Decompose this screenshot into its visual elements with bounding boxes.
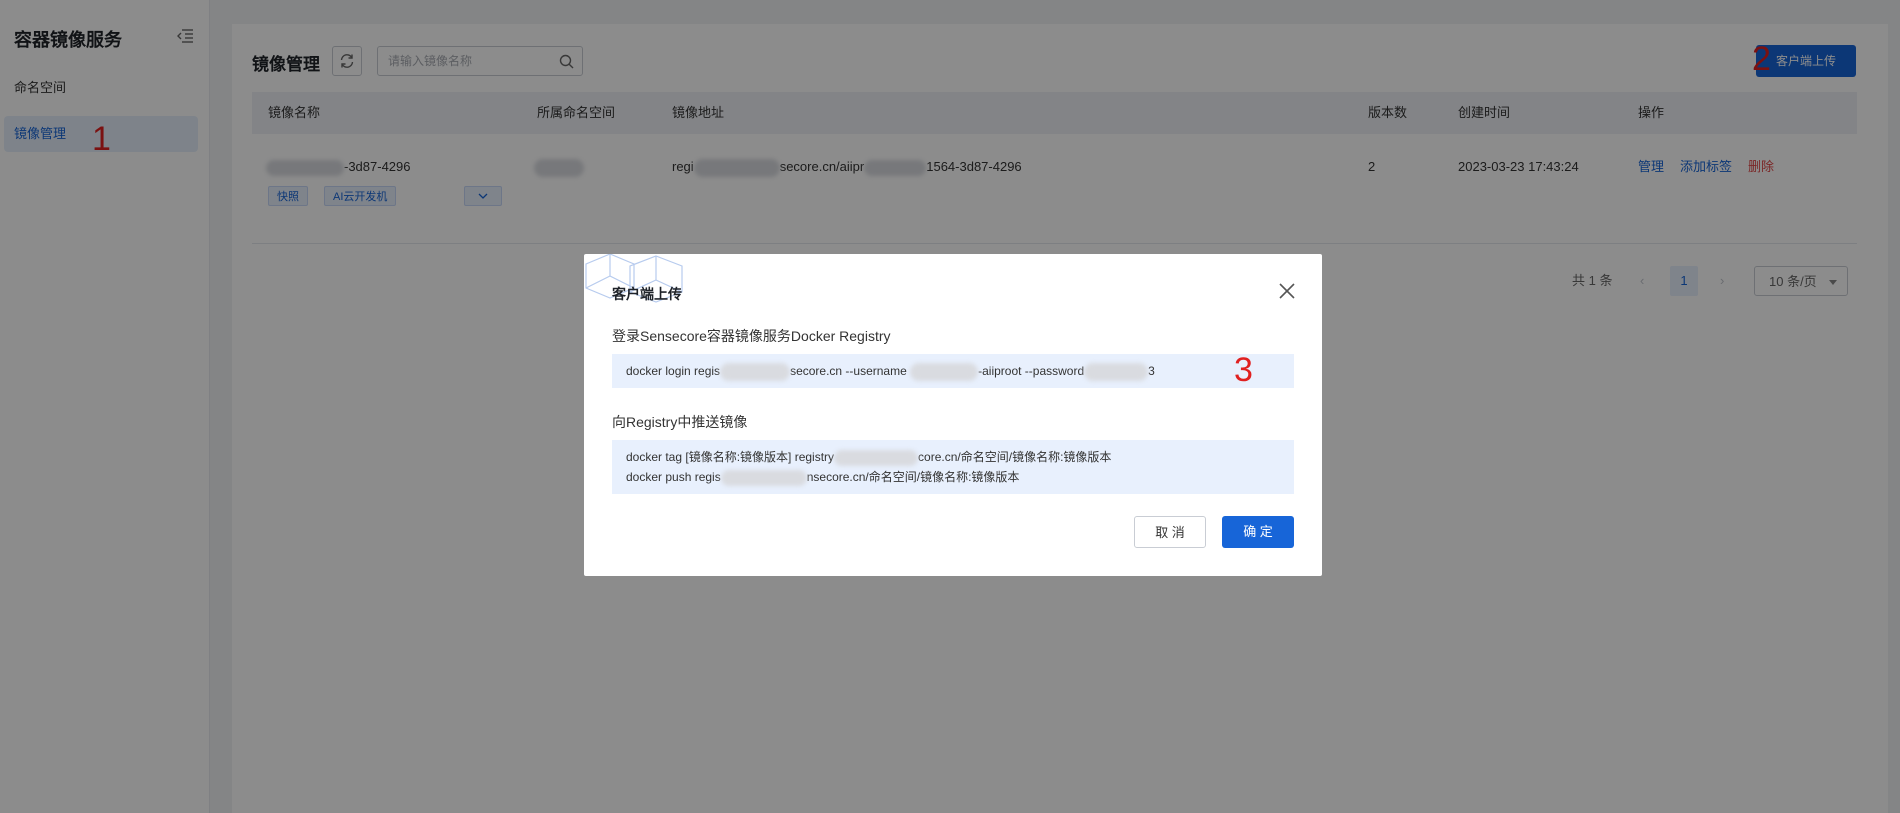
redacted-blur bbox=[910, 362, 979, 381]
client-upload-dialog: 客户端上传 登录Sensecore容器镜像服务Docker Registry d… bbox=[584, 254, 1322, 576]
dialog-title: 客户端上传 bbox=[612, 286, 682, 302]
close-icon[interactable] bbox=[1278, 282, 1296, 300]
redacted-blur bbox=[1084, 362, 1149, 381]
confirm-button[interactable]: 确 定 bbox=[1222, 516, 1294, 548]
push-section-label: 向Registry中推送镜像 bbox=[612, 414, 748, 430]
redacted-blur bbox=[720, 362, 791, 381]
push-command: docker push regis nsecore.cn/命名空间/镜像名称:镜像… bbox=[626, 469, 1020, 486]
tag-command: docker tag [镜像名称:镜像版本] registry core.cn/命… bbox=[626, 449, 1112, 466]
cancel-button[interactable]: 取 消 bbox=[1134, 516, 1206, 548]
annotation-mark-3: 3 bbox=[1234, 351, 1253, 389]
login-command: docker login regis secore.cn --username -… bbox=[626, 354, 1294, 388]
redacted-blur bbox=[720, 469, 807, 486]
push-command-box[interactable]: docker tag [镜像名称:镜像版本] registry core.cn/命… bbox=[612, 440, 1294, 494]
redacted-blur bbox=[834, 449, 919, 466]
login-section-label: 登录Sensecore容器镜像服务Docker Registry bbox=[612, 328, 891, 344]
login-command-box[interactable]: docker login regis secore.cn --username -… bbox=[612, 354, 1294, 388]
